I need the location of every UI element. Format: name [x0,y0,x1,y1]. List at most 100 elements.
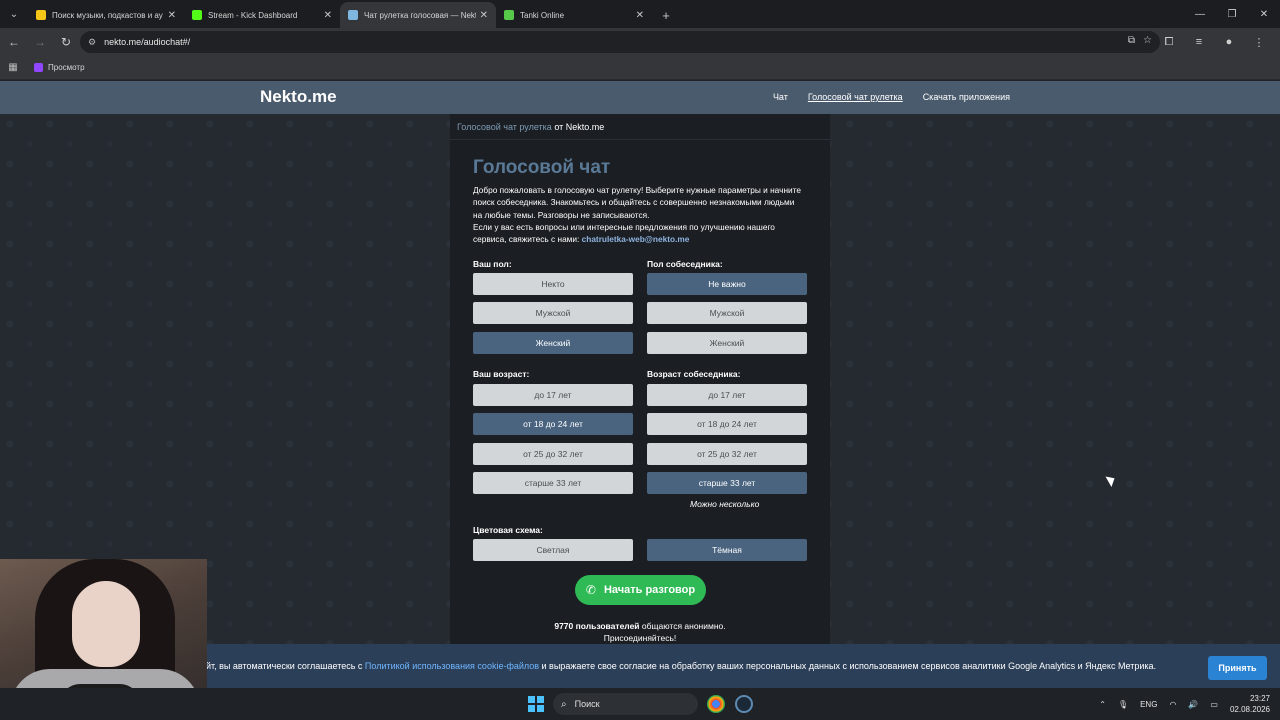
welcome-text: Добро пожаловать в голосовую чат рулетку… [473,185,801,220]
nav-chat[interactable]: Чат [773,92,788,102]
cookie-text: йт, вы автоматически соглашаетесь с Поли… [206,661,1156,671]
close-icon[interactable]: ✕ [480,10,488,21]
partner-gender-female-button[interactable]: Женский [647,332,807,354]
kick-favicon-icon [192,10,202,20]
steam-icon[interactable] [735,695,753,713]
scheme-light-button[interactable]: Светлая [473,539,633,561]
window-controls: — ❐ ✕ [1184,0,1280,28]
online-users-text: 9770 пользователей общаются анонимно. Пр… [450,620,830,644]
partner-gender-label: Пол собеседника: [647,259,723,269]
apps-grid-icon[interactable]: ▦ [0,62,26,73]
microphone-icon[interactable]: 🎙 [1118,700,1128,709]
intro-text: Добро пожаловать в голосовую чат рулетку… [473,184,803,245]
search-icon: ⌕ [561,698,567,710]
bookmark-star-icon[interactable]: ☆ [1143,35,1152,46]
twitch-favicon-icon [34,63,43,72]
tray-chevron-icon[interactable]: ⌃ [1099,700,1106,709]
users-rest: общаются анонимно. [639,621,726,631]
windows-start-icon[interactable] [528,696,544,712]
nav-download-apps[interactable]: Скачать приложения [923,92,1010,102]
your-gender-female-button[interactable]: Женский [473,332,633,354]
accept-cookies-button[interactable]: Принять [1208,656,1267,680]
tab-music-search[interactable]: Поиск музыки, подкастов и ау ✕ [28,2,184,28]
your-age-over-33-button[interactable]: старше 33 лет [473,472,633,494]
reload-icon[interactable]: ↻ [54,30,78,54]
bookmark-label: Просмотр [48,63,85,72]
nav-voice-chat[interactable]: Голосовой чат рулетка [808,92,903,102]
battery-icon[interactable]: ▭ [1210,700,1218,709]
partner-age-over-33-button[interactable]: старше 33 лет [647,472,807,494]
menu-dots-icon[interactable]: ⋮ [1244,30,1274,54]
extensions-icon[interactable]: ⧠ [1154,30,1184,54]
minimize-icon[interactable]: — [1184,0,1216,28]
tab-tanki-online[interactable]: Tanki Online ✕ [496,2,652,28]
restore-icon[interactable]: ❐ [1216,0,1248,28]
url-text[interactable]: nekto.me/audiochat#/ [104,37,190,47]
translate-icon[interactable]: ⧉ [1128,35,1135,46]
browser-toolbar: ← → ↻ ⚙ nekto.me/audiochat#/ ⧉ ☆ ⧠ ≡ ● ⋮ [0,28,1280,56]
tab-kick-dashboard[interactable]: Stream - Kick Dashboard ✕ [184,2,340,28]
your-gender-nekto-button[interactable]: Некто [473,273,633,295]
taskbar-search-label: Поиск [574,699,600,709]
users-count: 9770 пользователей [554,621,640,631]
close-icon[interactable]: ✕ [168,10,176,21]
partner-age-18-24-button[interactable]: от 18 до 24 лет [647,413,807,435]
start-button-label: Начать разговор [603,584,696,596]
volume-icon[interactable]: 🔊 [1188,700,1198,709]
wifi-icon[interactable]: ◠ [1169,700,1176,709]
language-indicator[interactable]: ENG [1140,700,1157,709]
system-tray: ⌃ 🎙 ENG ◠ 🔊 ▭ 23:27 02.08.2026 [1099,688,1270,720]
your-age-under-17-button[interactable]: до 17 лет [473,384,633,406]
site-header: Nekto.me Чат Голосовой чат рулетка Скача… [0,81,1280,114]
browser-tabstrip: ⌄ Поиск музыки, подкастов и ау ✕ Stream … [0,0,1280,28]
webcam-face [72,581,140,667]
contact-email-link[interactable]: chatruletka-web@nekto.me [582,234,690,244]
taskbar-search[interactable]: ⌕ Поиск [553,693,698,715]
your-age-label: Ваш возраст: [473,369,530,379]
multi-select-hint: Можно несколько [690,499,760,509]
cookie-policy-link[interactable]: Политикой использования cookie-файлов [365,661,539,671]
bookmarks-bar: ▦ Просмотр [0,56,1280,80]
tab-nekto-audiochat[interactable]: Чат рулетка голосовая — Nekt ✕ [340,2,496,28]
voice-chat-panel: Голосовой чат рулетка от Nekto.me Голосо… [450,114,830,690]
media-control-icon[interactable]: ≡ [1184,30,1214,54]
breadcrumb-rest: от Nekto.me [551,122,605,132]
forward-icon[interactable]: → [28,30,52,54]
address-bar[interactable]: ⚙ nekto.me/audiochat#/ ⧉ ☆ [80,31,1160,53]
clock-date: 02.08.2026 [1229,705,1270,714]
clock-time: 23:27 [1249,694,1270,703]
tab-title: Поиск музыки, подкастов и ау [52,10,163,20]
windows-taskbar: ⌕ Поиск ⌃ 🎙 ENG ◠ 🔊 ▭ 23:27 02.08.2026 [0,688,1280,720]
your-gender-label: Ваш пол: [473,259,512,269]
breadcrumb: Голосовой чат рулетка от Nekto.me [450,114,830,140]
join-text: Присоединяйтесь! [603,633,677,643]
site-nav: Чат Голосовой чат рулетка Скачать прилож… [773,92,1010,102]
site-info-icon[interactable]: ⚙ [88,37,96,48]
close-icon[interactable]: ✕ [636,10,644,21]
partner-age-25-32-button[interactable]: от 25 до 32 лет [647,443,807,465]
close-window-icon[interactable]: ✕ [1248,0,1280,28]
tanki-favicon-icon [504,10,514,20]
close-icon[interactable]: ✕ [324,10,332,21]
your-age-18-24-button[interactable]: от 18 до 24 лет [473,413,633,435]
partner-age-under-17-button[interactable]: до 17 лет [647,384,807,406]
start-conversation-button[interactable]: ✆ Начать разговор [575,575,706,605]
phone-icon: ✆ [585,583,596,597]
new-tab-button[interactable]: + [652,2,680,28]
tab-title: Чат рулетка голосовая — Nekt [364,10,476,20]
back-icon[interactable]: ← [2,30,26,54]
profile-avatar-icon[interactable]: ● [1214,30,1244,54]
your-age-25-32-button[interactable]: от 25 до 32 лет [473,443,633,465]
partner-gender-male-button[interactable]: Мужской [647,302,807,324]
chrome-icon[interactable] [707,695,725,713]
breadcrumb-link[interactable]: Голосовой чат рулетка [457,122,552,132]
bookmark-item[interactable]: Просмотр [34,63,85,72]
partner-age-label: Возраст собеседника: [647,369,741,379]
scheme-dark-button[interactable]: Тёмная [647,539,807,561]
tab-search-button[interactable]: ⌄ [0,0,28,28]
site-logo[interactable]: Nekto.me [260,87,337,107]
your-gender-male-button[interactable]: Мужской [473,302,633,324]
cookie-text-before: йт, вы автоматически соглашаетесь с [206,661,365,671]
partner-gender-any-button[interactable]: Не важно [647,273,807,295]
taskbar-clock[interactable]: 23:27 02.08.2026 [1230,693,1270,715]
